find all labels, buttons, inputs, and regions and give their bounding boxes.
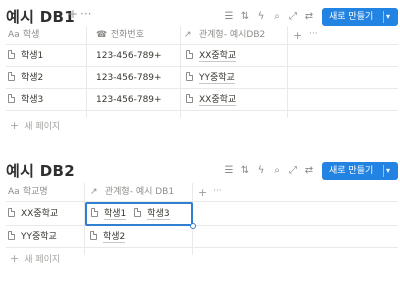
relation-arrow-icon: ↗	[90, 187, 98, 197]
column-label: 학교명	[22, 187, 48, 197]
column-header-school[interactable]: Aa 학교명	[8, 183, 48, 201]
settings-icon[interactable]: ⇄	[302, 162, 316, 180]
db2-toolbar: ☰ ⇅ ϟ ⌕ ⤢ ⇄ 새로 만들기 ▾	[198, 162, 398, 182]
relation-tag[interactable]: 학생3	[134, 204, 170, 224]
divider	[6, 247, 398, 248]
selected-relation-cell[interactable]: 학생1 학생3	[85, 202, 196, 229]
table-row-name[interactable]: YY중학교	[8, 226, 57, 248]
new-page-button[interactable]: + 새 페이지	[10, 250, 60, 268]
row-title: XX중학교	[21, 209, 59, 219]
add-property-button[interactable]: +	[198, 186, 207, 199]
column-header-relation[interactable]: ↗ 관계형- 예시 DB1	[90, 183, 174, 201]
new-page-label: 새 페이지	[24, 255, 61, 265]
sort-icon[interactable]: ⇅	[238, 162, 252, 180]
page-icon	[134, 208, 142, 217]
plus-icon: +	[10, 252, 20, 265]
new-button[interactable]: 새로 만들기 ▾	[322, 162, 398, 180]
relation-label: 학생2	[103, 232, 126, 243]
text-property-icon: Aa	[8, 187, 20, 197]
chevron-down-icon[interactable]: ▾	[386, 162, 390, 180]
divider	[6, 201, 398, 202]
new-button-label: 새로 만들기	[329, 166, 374, 176]
filter-icon[interactable]: ☰	[222, 162, 236, 180]
relation-cell-content: 학생1 학생3	[91, 204, 178, 224]
row-title: YY중학교	[21, 232, 57, 242]
database-db2: 예시 DB2 ☰ ⇅ ϟ ⌕ ⤢ ⇄ 새로 만들기 ▾ Aa 학교명 ↗ 관계형…	[0, 0, 400, 300]
relation-tag[interactable]: 학생1	[91, 204, 127, 224]
new-button-separator	[383, 165, 384, 177]
column-label: 관계형- 예시 DB1	[104, 187, 175, 197]
db2-header: 예시 DB2 ☰ ⇅ ϟ ⌕ ⤢ ⇄ 새로 만들기 ▾	[6, 160, 398, 184]
more-properties-button[interactable]: ···	[213, 186, 222, 196]
automation-icon[interactable]: ϟ	[254, 162, 268, 180]
resize-handle[interactable]	[190, 223, 196, 229]
relation-label: 학생1	[104, 209, 127, 220]
page-icon	[90, 231, 97, 240]
db2-title[interactable]: 예시 DB2	[6, 160, 75, 181]
page-icon	[8, 208, 15, 217]
expand-icon[interactable]: ⤢	[286, 162, 300, 180]
page-icon	[8, 231, 15, 240]
table-row-relation[interactable]: 학생2	[90, 226, 133, 248]
table-row-name[interactable]: XX중학교	[8, 203, 58, 225]
page-icon	[91, 208, 98, 217]
relation-label: 학생3	[147, 209, 170, 220]
relation-tag[interactable]: 학생2	[90, 226, 126, 248]
divider	[6, 225, 398, 226]
search-icon[interactable]: ⌕	[270, 162, 284, 180]
